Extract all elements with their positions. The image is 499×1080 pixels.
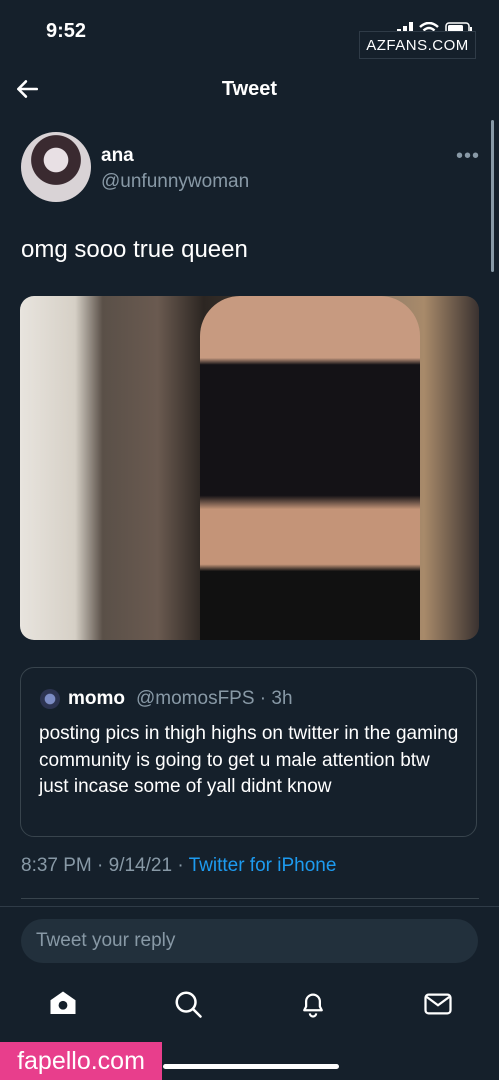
divider — [0, 906, 499, 907]
scrollbar[interactable] — [491, 120, 494, 272]
author-name[interactable]: ana — [101, 145, 134, 167]
home-icon[interactable] — [48, 989, 78, 1019]
divider — [21, 898, 479, 899]
watermark-top: AZFANS.COM — [359, 31, 476, 59]
notifications-icon[interactable] — [298, 989, 328, 1019]
tweet-timestamp: 8:37 PM · 9/14/21 · — [21, 855, 189, 876]
more-options-icon[interactable]: ••• — [456, 145, 480, 168]
tweet-text: omg sooo true queen — [21, 236, 248, 263]
quoted-name: momo — [68, 688, 125, 709]
search-icon[interactable] — [173, 989, 203, 1019]
quoted-text: posting pics in thigh highs on twitter i… — [39, 723, 459, 797]
page-title: Tweet — [221, 78, 278, 100]
watermark-bottom: fapello.com — [0, 1042, 162, 1080]
status-time: 9:52 — [46, 20, 87, 42]
messages-icon[interactable] — [423, 989, 453, 1019]
author-avatar[interactable] — [21, 132, 91, 202]
tweet-photo[interactable] — [20, 296, 479, 640]
quoted-handle-time: @momosFPS · 3h — [136, 688, 293, 709]
quoted-avatar — [40, 689, 60, 709]
author-handle[interactable]: @unfunnywoman — [101, 171, 249, 193]
tweet-source-link[interactable]: Twitter for iPhone — [189, 855, 337, 876]
tweet-meta: 8:37 PM · 9/14/21 · Twitter for iPhone — [21, 855, 336, 877]
home-indicator[interactable] — [163, 1064, 339, 1069]
photo-subject — [200, 296, 420, 640]
reply-input[interactable] — [21, 919, 478, 963]
